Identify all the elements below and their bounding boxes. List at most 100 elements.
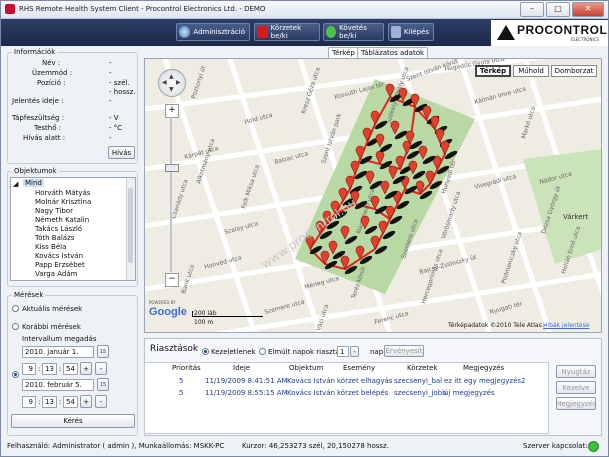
to-minute-input[interactable]: 13 <box>42 396 57 408</box>
from-minute-input[interactable]: 13 <box>42 363 57 375</box>
row1-note: új megjegyzés <box>444 389 495 397</box>
zoom-out-button[interactable]: − <box>165 273 179 287</box>
tree-item-4[interactable]: Takács László <box>35 225 82 233</box>
pan-control[interactable]: ▲ ◀ ▶ ▼ <box>158 69 186 97</box>
tree-root-all[interactable]: Mind <box>23 179 44 187</box>
from-hm-colon: : <box>38 365 41 373</box>
close-button[interactable]: ✕ <box>572 2 604 17</box>
row0-note: ez itt egy megjegyzés2 <box>444 377 526 385</box>
alerts-table <box>144 362 549 434</box>
title-bar: RHS Remote Health System Client - Procon… <box>1 1 608 19</box>
to-calendar-icon[interactable]: 15 <box>97 378 109 391</box>
to-minus-button[interactable]: - <box>95 395 107 408</box>
col-priority[interactable]: Prioritás <box>172 364 201 372</box>
from-minus-button[interactable]: - <box>95 362 107 375</box>
temperature-label: Testhő : <box>34 124 62 132</box>
alerts-panel: Riasztások Kezeletlenek Elmúlt napok ria… <box>144 338 602 436</box>
tree-item-3[interactable]: Németh Katalin <box>35 216 89 224</box>
tree-item-7[interactable]: Kovács István <box>35 252 83 260</box>
status-bar: Felhasználó: Administrator ( admin ), Mu… <box>1 438 608 456</box>
past-days-radio[interactable] <box>259 348 266 355</box>
pan-left-icon[interactable]: ◀ <box>162 79 167 86</box>
tree-item-2[interactable]: Nagy Tibor <box>35 207 73 215</box>
acknowledge-button[interactable]: Nyugtáz <box>556 365 596 378</box>
col-note[interactable]: Megjegyzés <box>463 364 504 372</box>
row1-time: 11/19/2009 8:55:15 AM <box>205 389 288 397</box>
objects-tree[interactable]: ◢ Mind Horváth Mátyás Molnár Krisztina N… <box>10 177 136 281</box>
to-second-input[interactable]: 54 <box>63 396 78 408</box>
scale-ft-label: 200 láb <box>194 310 217 317</box>
tree-item-9[interactable]: Varga Ádám <box>35 270 77 278</box>
to-date-input[interactable]: 2010. február 5. <box>22 379 94 391</box>
col-object[interactable]: Objektum <box>289 364 323 372</box>
report-errors-link[interactable]: Hibák jelentése <box>543 322 589 329</box>
to-hour-input[interactable]: 9 <box>22 396 36 408</box>
pan-down-icon[interactable]: ▼ <box>169 86 174 93</box>
map-canvas[interactable]: Pozsonyi út Szent István körút Kresz Géz… <box>145 59 602 333</box>
interval-radio[interactable] <box>12 371 19 378</box>
powered-by-label: POWERED BY <box>149 300 176 305</box>
query-button[interactable]: Kérés <box>11 414 135 428</box>
past-days-down[interactable]: - <box>350 346 359 357</box>
col-event[interactable]: Esemény <box>343 364 375 372</box>
map-copyright: Térképadatok ©2010 Tele Atlas - <box>448 322 546 329</box>
handled-button[interactable]: Kezelve <box>556 381 596 394</box>
name-value: - <box>109 59 112 67</box>
to-plus-button[interactable]: + <box>80 395 92 408</box>
from-plus-button[interactable]: + <box>80 362 92 375</box>
tree-scroll-thumb[interactable] <box>128 188 133 263</box>
zoom-slider-track[interactable] <box>170 117 172 272</box>
row0-object: Kovács István <box>287 377 336 385</box>
zoom-in-button[interactable]: + <box>165 104 179 118</box>
minimize-button[interactable]: – <box>520 2 544 17</box>
past-days-unit: nap <box>370 348 384 356</box>
tree-item-5[interactable]: Tóth Balázs <box>35 234 74 242</box>
col-zones[interactable]: Körzetek <box>407 364 438 372</box>
tree-scrollbar[interactable] <box>126 178 135 280</box>
pan-right-icon[interactable]: ▶ <box>176 79 181 86</box>
tracking-toggle-button[interactable]: Követés be/ki <box>323 23 384 41</box>
tab-table[interactable]: Táblázatos adatok <box>357 47 429 58</box>
map-type-satellite[interactable]: Műhold <box>513 65 549 77</box>
tab-map[interactable]: Térkép <box>328 47 359 58</box>
window-title: RHS Remote Health System Client - Procon… <box>19 5 266 13</box>
map-poi-varkert: Várkert <box>563 213 588 221</box>
previous-measurements-radio[interactable] <box>12 323 19 330</box>
admin-button[interactable]: Adminisztráció <box>176 23 250 41</box>
mode-label: Üzemmód : <box>32 69 73 77</box>
tree-item-1[interactable]: Molnár Krisztina <box>35 198 91 206</box>
status-cursor: Kurzor: 46,253273 szél, 20,150278 hossz. <box>242 442 389 450</box>
map-type-road[interactable]: Térkép <box>475 65 511 77</box>
from-hour-input[interactable]: 9 <box>22 363 36 375</box>
note-button[interactable]: Megjegyzés <box>555 397 597 410</box>
app-window: RHS Remote Health System Client - Procon… <box>0 0 609 457</box>
zones-toggle-button[interactable]: Körzetek be/ki <box>254 23 320 41</box>
row0-zone: szecsenyi_bal <box>394 377 443 385</box>
col-time[interactable]: Ideje <box>233 364 250 372</box>
tree-collapse-icon[interactable]: ◢ <box>13 180 18 188</box>
pan-up-icon[interactable]: ▲ <box>169 73 174 80</box>
current-measurements-label: Aktuális mérések <box>22 305 83 313</box>
gear-icon <box>179 26 191 38</box>
from-second-input[interactable]: 54 <box>63 363 78 375</box>
call-button[interactable]: Hívás <box>108 146 135 159</box>
tree-item-8[interactable]: Papp Erzsébet <box>35 261 85 269</box>
from-date-input[interactable]: 2010. január 1. <box>22 346 94 358</box>
map-type-terrain[interactable]: Domborzat <box>551 65 597 77</box>
name-label: Név : <box>42 59 61 67</box>
zoom-slider-thumb[interactable] <box>165 164 179 172</box>
map-view[interactable]: Pozsonyi út Szent István körút Kresz Géz… <box>144 58 602 333</box>
refresh-button[interactable]: Érvényesít <box>384 345 424 357</box>
past-days-input[interactable]: 1 <box>337 346 349 357</box>
app-icon <box>5 4 15 14</box>
tree-item-0[interactable]: Horváth Mátyás <box>35 189 90 197</box>
call-label: Hívás alatt : <box>23 134 66 142</box>
from-calendar-icon[interactable]: 15 <box>97 345 109 358</box>
row1-object: Kovács István <box>287 389 336 397</box>
maximize-button[interactable]: □ <box>546 2 570 17</box>
current-measurements-radio[interactable] <box>12 305 19 312</box>
unhandled-radio[interactable] <box>202 348 209 355</box>
tree-item-6[interactable]: Kiss Béla <box>35 243 66 251</box>
report-time-value: - <box>109 97 112 105</box>
exit-button[interactable]: Kilépés <box>388 23 434 41</box>
